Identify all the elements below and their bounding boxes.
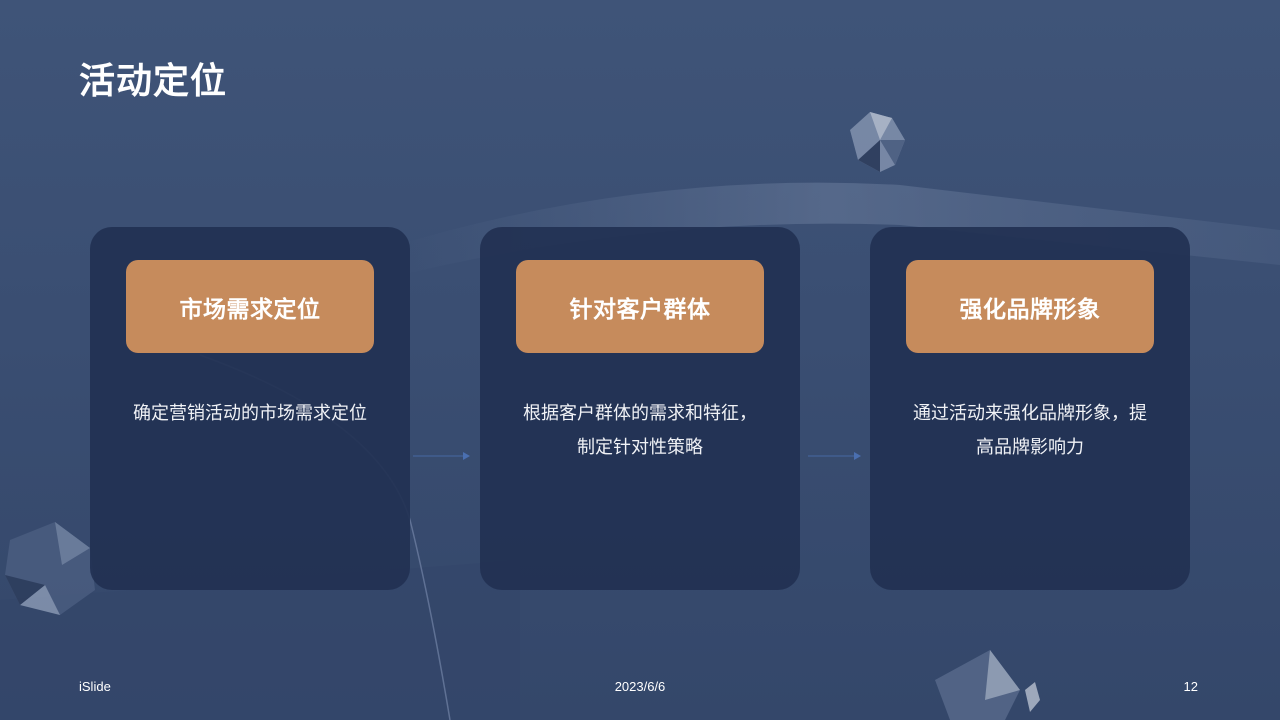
arrow-right-icon	[808, 452, 861, 460]
card-description: 通过活动来强化品牌形象，提高品牌影响力	[913, 403, 1147, 458]
arrow-right-icon	[413, 452, 470, 460]
slide: 活动定位 市场需求定位 确定营销活动的市场需求定位 针对客户群体 根据客户群体的…	[0, 0, 1280, 720]
card-description: 确定营销活动的市场需求定位	[133, 403, 367, 424]
card-header: 针对客户群体	[516, 260, 764, 353]
footer-date: 2023/6/6	[614, 679, 666, 694]
card-header: 强化品牌形象	[906, 260, 1154, 353]
crystal-decoration-top	[850, 112, 905, 172]
card-header-label: 市场需求定位	[179, 296, 321, 323]
footer-page-number: 12	[1183, 679, 1198, 694]
card-brand-image: 强化品牌形象 通过活动来强化品牌形象，提高品牌影响力	[870, 227, 1190, 590]
card-market-demand: 市场需求定位 确定营销活动的市场需求定位	[90, 227, 410, 590]
card-header-label: 针对客户群体	[569, 296, 711, 323]
card-header: 市场需求定位	[126, 260, 374, 353]
card-description: 根据客户群体的需求和特征，制定针对性策略	[523, 403, 757, 458]
card-header-label: 强化品牌形象	[959, 296, 1101, 323]
card-target-customers: 针对客户群体 根据客户群体的需求和特征，制定针对性策略	[480, 227, 800, 590]
slide-title: 活动定位	[79, 61, 228, 102]
